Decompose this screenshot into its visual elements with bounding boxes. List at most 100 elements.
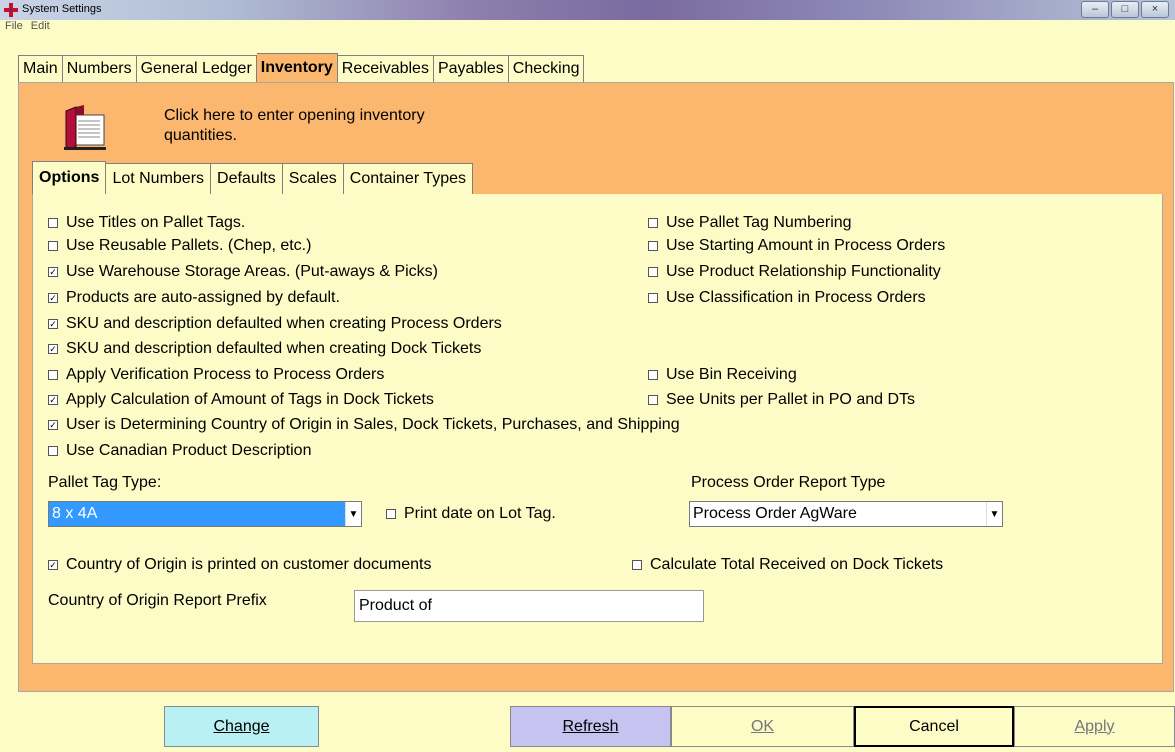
hint-line-1: Click here to enter opening inventory: [164, 107, 425, 124]
checkbox-print-date-lot-tag[interactable]: Print date on Lot Tag.: [386, 503, 556, 525]
checkbox-use-titles-pallet-tags[interactable]: Use Titles on Pallet Tags.: [48, 212, 245, 234]
checkbox-units-per-pallet[interactable]: See Units per Pallet in PO and DTs: [648, 389, 915, 411]
checkbox-box[interactable]: [48, 370, 58, 380]
subtab-scales[interactable]: Scales: [282, 163, 344, 194]
checkbox-box[interactable]: ✓: [48, 293, 58, 303]
checkbox-apply-calculation-tags[interactable]: ✓ Apply Calculation of Amount of Tags in…: [48, 389, 434, 411]
subtab-defaults[interactable]: Defaults: [211, 163, 283, 194]
maximize-button[interactable]: □: [1111, 1, 1139, 18]
checkbox-bin-receiving[interactable]: Use Bin Receiving: [648, 364, 797, 386]
subtab-lot-numbers[interactable]: Lot Numbers: [106, 163, 212, 194]
checkbox-box[interactable]: ✓: [48, 560, 58, 570]
checkbox-products-auto-assigned[interactable]: ✓ Products are auto-assigned by default.: [48, 287, 340, 309]
checkbox-box[interactable]: ✓: [48, 420, 58, 430]
checkbox-box[interactable]: [648, 293, 658, 303]
tab-label: Checking: [512, 60, 580, 77]
tab-checking[interactable]: Checking: [508, 55, 585, 82]
prefix-input[interactable]: Product of: [354, 590, 704, 622]
tab-general-ledger[interactable]: General Ledger: [136, 55, 257, 82]
checkbox-box[interactable]: [48, 218, 58, 228]
tab-numbers[interactable]: Numbers: [62, 55, 137, 82]
checkbox-use-warehouse-storage[interactable]: ✓ Use Warehouse Storage Areas. (Put-away…: [48, 261, 438, 283]
button-label: Change: [213, 717, 270, 735]
hint-line-2: quantities.: [164, 127, 237, 144]
prefix-value: Product of: [359, 597, 432, 614]
checkbox-box[interactable]: ✓: [48, 344, 58, 354]
checkbox-sku-default-dock-tickets[interactable]: ✓ SKU and description defaulted when cre…: [48, 338, 481, 360]
chevron-down-icon[interactable]: ▼: [345, 502, 361, 526]
checkbox-canadian-description[interactable]: Use Canadian Product Description: [48, 440, 311, 462]
checkbox-label: Use Warehouse Storage Areas. (Put-aways …: [66, 263, 438, 280]
tab-payables[interactable]: Payables: [433, 55, 509, 82]
checkbox-product-relationship[interactable]: Use Product Relationship Functionality: [648, 261, 941, 283]
subtab-label: Defaults: [217, 170, 276, 187]
window-controls: – □ ×: [1081, 1, 1169, 18]
book-icon[interactable]: [62, 103, 110, 151]
pallet-tag-type-value: 8 x 4A: [49, 502, 345, 526]
tab-main[interactable]: Main: [18, 55, 63, 82]
checkbox-label: Use Reusable Pallets. (Chep, etc.): [66, 237, 312, 254]
checkbox-box[interactable]: ✓: [48, 395, 58, 405]
checkbox-sku-default-process-orders[interactable]: ✓ SKU and description defaulted when cre…: [48, 313, 502, 335]
menu-bar: File Edit: [0, 20, 1175, 34]
checkbox-calc-total-received[interactable]: Calculate Total Received on Dock Tickets: [632, 554, 943, 576]
close-button[interactable]: ×: [1141, 1, 1169, 18]
process-order-report-label: Process Order Report Type: [691, 474, 886, 491]
checkbox-classification[interactable]: Use Classification in Process Orders: [648, 287, 926, 309]
menu-file[interactable]: File: [5, 20, 23, 32]
prefix-label: Country of Origin Report Prefix: [48, 592, 267, 609]
process-order-report-value: Process Order AgWare: [693, 505, 857, 522]
checkbox-label: SKU and description defaulted when creat…: [66, 315, 502, 332]
apply-button[interactable]: Apply: [1014, 706, 1175, 747]
ok-button[interactable]: OK: [671, 706, 854, 747]
tab-inventory[interactable]: Inventory: [256, 53, 338, 82]
checkbox-label: Country of Origin is printed on customer…: [66, 556, 432, 573]
subtab-container-types[interactable]: Container Types: [343, 163, 473, 194]
checkbox-box[interactable]: [648, 370, 658, 380]
cancel-button[interactable]: Cancel: [854, 706, 1014, 747]
checkbox-label: Use Bin Receiving: [666, 366, 797, 383]
checkbox-label: Use Pallet Tag Numbering: [666, 214, 852, 231]
window-title: System Settings: [22, 3, 102, 15]
tab-receivables[interactable]: Receivables: [337, 55, 434, 82]
checkbox-label: Use Classification in Process Orders: [666, 289, 926, 306]
button-label: Cancel: [909, 717, 959, 735]
refresh-button[interactable]: Refresh: [510, 706, 671, 747]
checkbox-label: See Units per Pallet in PO and DTs: [666, 391, 916, 408]
opening-inventory-hint[interactable]: Click here to enter opening inventory qu…: [164, 106, 484, 146]
chevron-down-icon[interactable]: ▼: [986, 502, 1002, 526]
subtab-label: Container Types: [349, 170, 466, 187]
pallet-tag-type-label: Pallet Tag Type:: [48, 474, 162, 491]
checkbox-country-of-origin-user[interactable]: ✓ User is Determining Country of Origin …: [48, 414, 680, 436]
checkbox-label: Calculate Total Received on Dock Tickets: [650, 556, 944, 573]
checkbox-box[interactable]: [48, 446, 58, 456]
checkbox-country-printed[interactable]: ✓ Country of Origin is printed on custom…: [48, 554, 432, 576]
process-order-report-select[interactable]: Process Order AgWare ▼: [689, 501, 1003, 527]
checkbox-box[interactable]: [648, 218, 658, 228]
pallet-tag-type-select[interactable]: 8 x 4A ▼: [48, 501, 362, 527]
menu-edit[interactable]: Edit: [31, 20, 50, 32]
checkbox-box[interactable]: [648, 241, 658, 251]
tab-label: Inventory: [260, 59, 333, 76]
checkbox-label: Apply Verification Process to Process Or…: [66, 366, 385, 383]
checkbox-apply-verification[interactable]: Apply Verification Process to Process Or…: [48, 364, 384, 386]
checkbox-label: Use Canadian Product Description: [66, 442, 312, 459]
checkbox-box[interactable]: [48, 241, 58, 251]
checkbox-label: Print date on Lot Tag.: [404, 505, 556, 522]
checkbox-label: User is Determining Country of Origin in…: [66, 416, 680, 433]
checkbox-box[interactable]: ✓: [48, 319, 58, 329]
subtab-options[interactable]: Options: [32, 161, 107, 194]
change-button[interactable]: Change: [164, 706, 319, 747]
app-icon: [4, 3, 18, 17]
checkbox-box[interactable]: [632, 560, 642, 570]
checkbox-box[interactable]: ✓: [48, 267, 58, 277]
tab-label: Main: [23, 60, 58, 77]
checkbox-box[interactable]: [648, 395, 658, 405]
checkbox-use-reusable-pallets[interactable]: Use Reusable Pallets. (Chep, etc.): [48, 235, 311, 257]
title-bar: System Settings – □ ×: [0, 0, 1175, 20]
checkbox-pallet-tag-numbering[interactable]: Use Pallet Tag Numbering: [648, 212, 852, 234]
checkbox-box[interactable]: [386, 509, 396, 519]
checkbox-starting-amount[interactable]: Use Starting Amount in Process Orders: [648, 235, 945, 257]
minimize-button[interactable]: –: [1081, 1, 1109, 18]
checkbox-box[interactable]: [648, 267, 658, 277]
